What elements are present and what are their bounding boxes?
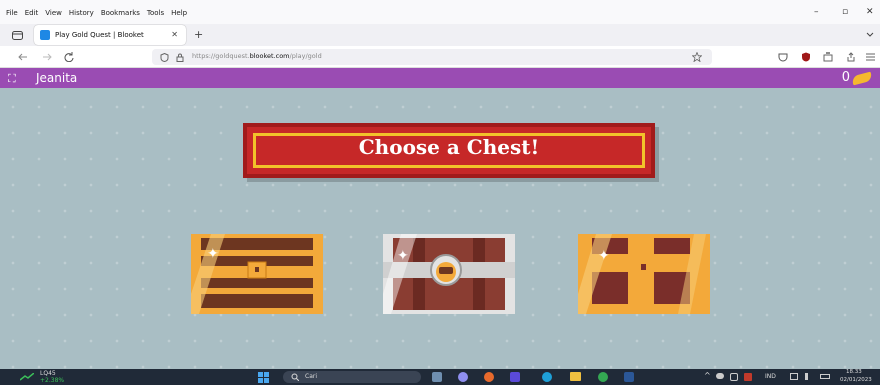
close-window-button[interactable]: ✕ (866, 7, 874, 17)
volume-icon[interactable] (805, 373, 813, 380)
tray-chevron-icon[interactable]: ^ (704, 371, 711, 380)
restore-button[interactable]: ▫ (842, 7, 848, 17)
tab-title: Play Gold Quest | Blooket (55, 31, 144, 39)
onedrive-cloud-icon[interactable] (716, 373, 724, 379)
url-prefix: https://goldquest. (192, 52, 250, 60)
battery-icon[interactable] (820, 374, 830, 379)
url-text[interactable]: https://goldquest.blooket.com/play/gold (192, 52, 322, 60)
blooket-favicon-icon (40, 30, 50, 40)
svg-text:✦: ✦ (207, 246, 219, 262)
menu-edit[interactable]: Edit (25, 9, 39, 17)
search-placeholder: Cari (305, 373, 317, 380)
weather-label[interactable]: LQ45 (40, 370, 56, 377)
game-header: ⛶ Jeanita 0 (0, 68, 880, 88)
menu-tools[interactable]: Tools (147, 9, 164, 17)
weather-value: +2.38% (40, 377, 65, 384)
choose-chest-banner: Choose a Chest! (243, 123, 655, 178)
chest-3[interactable]: ✦ (578, 234, 710, 314)
new-tab-button[interactable]: + (194, 28, 203, 41)
menu-file[interactable]: File (6, 9, 18, 17)
ublock-shield-icon[interactable] (801, 52, 811, 62)
tray-app-icon[interactable] (730, 373, 738, 381)
language-indicator[interactable]: IND (765, 373, 776, 380)
game-area: ⛶ Jeanita 0 Choose a Chest! ✦ ✦ ✦ (0, 68, 880, 369)
clock-time[interactable]: 18.33 (846, 369, 862, 375)
chest-2-graphic: ✦ (383, 234, 515, 314)
menu-history[interactable]: History (69, 9, 94, 17)
url-bar[interactable]: https://goldquest.blooket.com/play/gold (152, 49, 712, 65)
tab-overview-icon[interactable] (12, 30, 23, 40)
menu-bookmarks[interactable]: Bookmarks (101, 9, 140, 17)
file-explorer-icon[interactable] (570, 372, 581, 381)
forward-icon[interactable] (42, 53, 52, 61)
taskbar-search[interactable]: Cari (283, 371, 421, 383)
extension-icon[interactable] (823, 52, 833, 62)
taskbar: LQ45 +2.38% Cari ^ IND 18.33 02/01/2023 (0, 369, 880, 385)
back-icon[interactable] (18, 53, 28, 61)
tab-close-icon[interactable]: ✕ (171, 30, 178, 39)
chest-2[interactable]: ✦ (383, 234, 515, 314)
pocket-icon[interactable] (778, 52, 788, 62)
chest-1-graphic: ✦ (191, 234, 323, 314)
player-name: Jeanita (36, 71, 78, 85)
search-icon (291, 373, 299, 381)
stock-trend-icon (20, 373, 34, 381)
shield-icon[interactable] (160, 53, 169, 62)
minimize-button[interactable]: – (814, 7, 819, 17)
bookmark-star-icon[interactable] (692, 52, 702, 62)
tab-bar: Play Gold Quest | Blooket ✕ + (0, 24, 880, 46)
svg-text:✦: ✦ (397, 248, 409, 264)
url-path: /play/gold (289, 52, 322, 60)
menu-help[interactable]: Help (171, 9, 187, 17)
nav-bar: https://goldquest.blooket.com/play/gold (0, 46, 880, 68)
clock-date[interactable]: 02/01/2023 (840, 377, 872, 383)
tab-blooket[interactable]: Play Gold Quest | Blooket ✕ (34, 25, 186, 45)
chest-3-graphic: ✦ (578, 234, 710, 314)
chrome-taskbar-icon[interactable] (598, 372, 608, 382)
gold-count: 0 (841, 70, 850, 85)
chest-1[interactable]: ✦ (191, 234, 323, 314)
fullscreen-icon[interactable]: ⛶ (8, 72, 16, 86)
list-tabs-chevron-icon[interactable] (866, 32, 874, 38)
menu-view[interactable]: View (45, 9, 62, 17)
lock-icon[interactable] (176, 53, 184, 62)
app-taskbar-icon[interactable] (510, 372, 520, 382)
word-taskbar-icon[interactable] (624, 372, 634, 382)
edge-taskbar-icon[interactable] (542, 372, 552, 382)
share-icon[interactable] (846, 52, 856, 62)
svg-text:✦: ✦ (598, 248, 610, 264)
reload-icon[interactable] (64, 52, 74, 62)
windows-start-icon[interactable] (258, 372, 269, 383)
banner-title: Choose a Chest! (358, 135, 540, 159)
url-domain: blooket.com (249, 52, 290, 60)
task-view-icon[interactable] (432, 372, 442, 382)
chat-icon[interactable] (458, 372, 468, 382)
hamburger-menu-icon[interactable] (866, 53, 875, 61)
menu-list: File Edit View History Bookmarks Tools H… (6, 9, 187, 17)
firefox-taskbar-icon[interactable] (484, 372, 494, 382)
antivirus-tray-icon[interactable] (744, 373, 752, 381)
gold-icon (851, 71, 873, 86)
wifi-icon[interactable] (790, 373, 798, 380)
menu-bar: File Edit View History Bookmarks Tools H… (0, 0, 880, 24)
